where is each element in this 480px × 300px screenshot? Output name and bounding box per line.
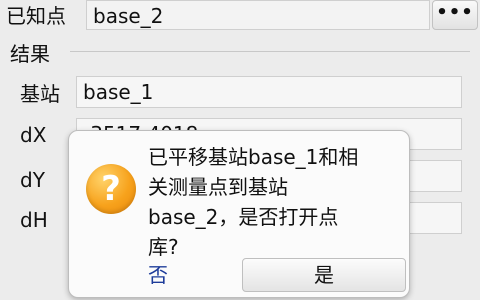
dx-label: dX xyxy=(20,123,47,147)
known-point-label: 已知点 xyxy=(6,4,66,28)
yes-button[interactable]: 是 xyxy=(242,258,406,292)
dialog-message: 已平移基站base_1和相 关测量点到基站 base_2，是否打开点 库? xyxy=(148,145,359,259)
station-label: 基站 xyxy=(20,82,60,106)
no-button[interactable]: 否 xyxy=(140,262,176,288)
question-icon: ? xyxy=(86,164,136,214)
known-point-field[interactable]: base_2 xyxy=(86,0,430,30)
results-section-title: 结果 xyxy=(10,42,50,66)
section-divider xyxy=(70,51,470,52)
more-options-button[interactable]: ••• xyxy=(432,0,478,30)
dh-label: dH xyxy=(20,208,48,232)
dy-label: dY xyxy=(20,168,45,192)
station-field[interactable]: base_1 xyxy=(76,76,462,108)
